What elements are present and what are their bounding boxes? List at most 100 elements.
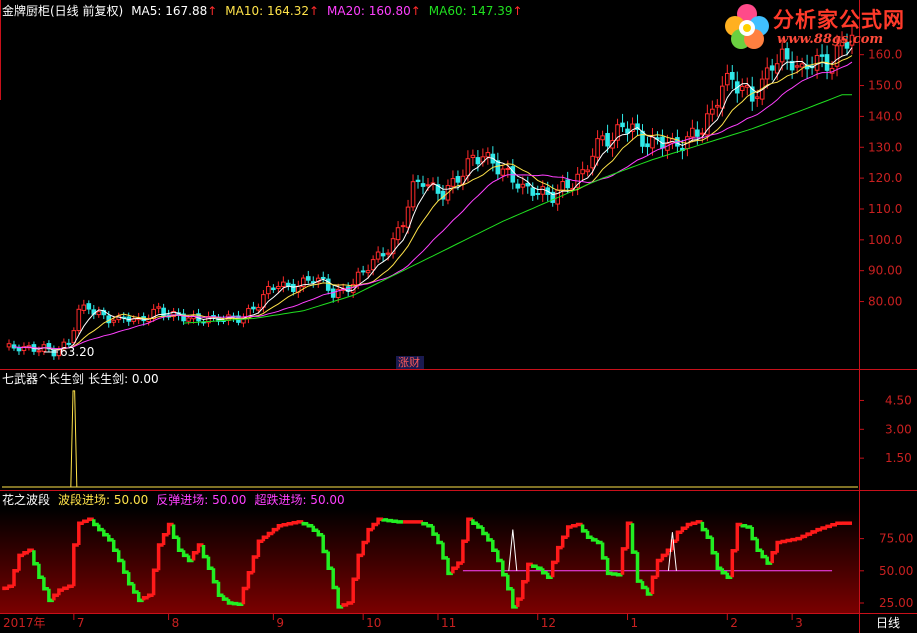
candle-down xyxy=(565,179,570,189)
candle-up xyxy=(500,168,506,176)
oversold-entry: 超跌进场: 50.00 xyxy=(254,493,345,507)
price-axis-label: 130.0 xyxy=(868,140,902,154)
candle-down xyxy=(455,176,461,183)
wave-segment-down xyxy=(740,523,748,528)
candle-down xyxy=(286,282,291,287)
year-label: 2017年 xyxy=(3,616,46,630)
sword-spike xyxy=(70,390,78,488)
candle-down xyxy=(251,306,256,310)
candle-up xyxy=(700,132,705,135)
candle-up xyxy=(690,127,695,138)
candle-up xyxy=(355,271,361,286)
pane1-header: 金牌厨柜(日线 前复权) MA5: 167.88↑ MA10: 164.32↑ MA2… xyxy=(2,3,531,19)
candle-up xyxy=(590,155,595,169)
candles xyxy=(6,23,855,360)
candle-down xyxy=(515,183,521,189)
candle-down xyxy=(640,130,645,147)
candle-up xyxy=(410,181,416,208)
candle-down xyxy=(535,192,541,195)
month-label: 11 xyxy=(441,616,456,630)
period-label[interactable]: 日线 xyxy=(876,616,900,630)
candle-up xyxy=(485,152,491,158)
candle-up xyxy=(799,63,805,68)
month-label: 3 xyxy=(795,616,803,630)
candle-up xyxy=(774,63,780,74)
wave-segment-up xyxy=(2,586,9,591)
month-label: 10 xyxy=(366,616,381,630)
logo-url: www.88gs.com xyxy=(777,32,884,47)
wave-segment-down xyxy=(396,520,404,524)
wave-segment-down xyxy=(535,566,543,570)
wave-segment-down xyxy=(391,519,399,523)
wave-segment-down xyxy=(386,518,394,523)
ma20-arrow: ↑ xyxy=(410,4,421,18)
site-logo: 分析家公式网 www.88gs.com xyxy=(721,2,913,52)
candle-up xyxy=(595,138,600,158)
wave-segment-up xyxy=(67,584,74,589)
candle-down xyxy=(645,143,650,148)
wave-segment-up xyxy=(780,539,788,544)
wave-segment-down xyxy=(426,523,433,528)
candle-up xyxy=(650,136,655,149)
pane2-header: 七武器^长生剑 长生剑: 0.00 xyxy=(2,371,167,387)
wave-segment-down xyxy=(745,525,753,529)
candle-down xyxy=(415,179,421,182)
flower-icon xyxy=(725,4,769,49)
month-label: 12 xyxy=(541,616,556,630)
ma60-arrow: ↑ xyxy=(512,4,523,18)
price-axis-label: 80.00 xyxy=(868,295,902,309)
candle-up xyxy=(450,178,456,187)
wave-segment-up xyxy=(7,584,14,589)
rebound-entry: 反弹进场: 50.00 xyxy=(156,493,247,507)
sword-value: 长生剑: 0.00 xyxy=(88,372,159,386)
candle-up xyxy=(744,84,750,88)
candle-up xyxy=(560,181,565,191)
low-price-label: 63.20 xyxy=(60,345,94,359)
pane3-header: 花之波段 波段进场: 50.00 反弹进场: 50.00 超跌进场: 50.00 xyxy=(2,492,353,508)
candle-up xyxy=(540,186,546,195)
candle-up xyxy=(96,311,102,316)
wave-segment-up xyxy=(341,603,349,607)
price-axis-label: 100.0 xyxy=(868,233,902,247)
price-axis-label: 140.0 xyxy=(868,109,902,123)
sword-title: 七武器^长生剑 xyxy=(2,372,85,386)
candle-up xyxy=(365,270,371,274)
candle-down xyxy=(320,276,326,279)
month-label: 7 xyxy=(77,616,85,630)
wave-segment-up xyxy=(690,521,698,525)
sword-axis-label: 3.00 xyxy=(885,422,912,436)
wave-segment-up xyxy=(825,524,832,529)
moving-average-lines xyxy=(13,47,853,351)
wave-segment-up xyxy=(62,586,69,591)
candle-up xyxy=(585,169,590,173)
candle-down xyxy=(380,253,386,257)
candle-up xyxy=(6,343,12,348)
wave-segment-down xyxy=(531,564,538,569)
wave-segment-up xyxy=(790,537,798,542)
ma10-label: MA10: 164.32 xyxy=(225,4,309,18)
candle-up xyxy=(715,104,720,108)
candle-up xyxy=(186,317,191,322)
price-axis-label: 150.0 xyxy=(868,79,902,93)
logo-name: 分析家公式网 xyxy=(773,8,905,32)
candle-up xyxy=(720,85,725,109)
stock-title: 金牌厨柜(日线 前复权) xyxy=(2,4,124,18)
candle-up xyxy=(580,169,585,175)
price-axis-label: 90.00 xyxy=(868,264,902,278)
candle-up xyxy=(385,252,391,255)
candle-up xyxy=(724,72,730,86)
candle-down xyxy=(475,157,481,165)
candle-down xyxy=(291,283,296,292)
wave-segment-up xyxy=(286,522,294,526)
candle-up xyxy=(505,168,511,171)
candle-up xyxy=(470,154,476,158)
candle-up xyxy=(764,67,770,80)
candle-up xyxy=(76,308,82,332)
month-axis: 7 8 9 10 11 12 1 2 3 xyxy=(73,613,803,630)
wave-segment-up xyxy=(281,523,289,527)
event-tag[interactable]: 涨财 xyxy=(398,355,420,369)
candle-down xyxy=(86,303,92,310)
candle-up xyxy=(375,251,381,260)
wave-segment-down xyxy=(231,601,239,606)
candle-down xyxy=(271,287,276,291)
